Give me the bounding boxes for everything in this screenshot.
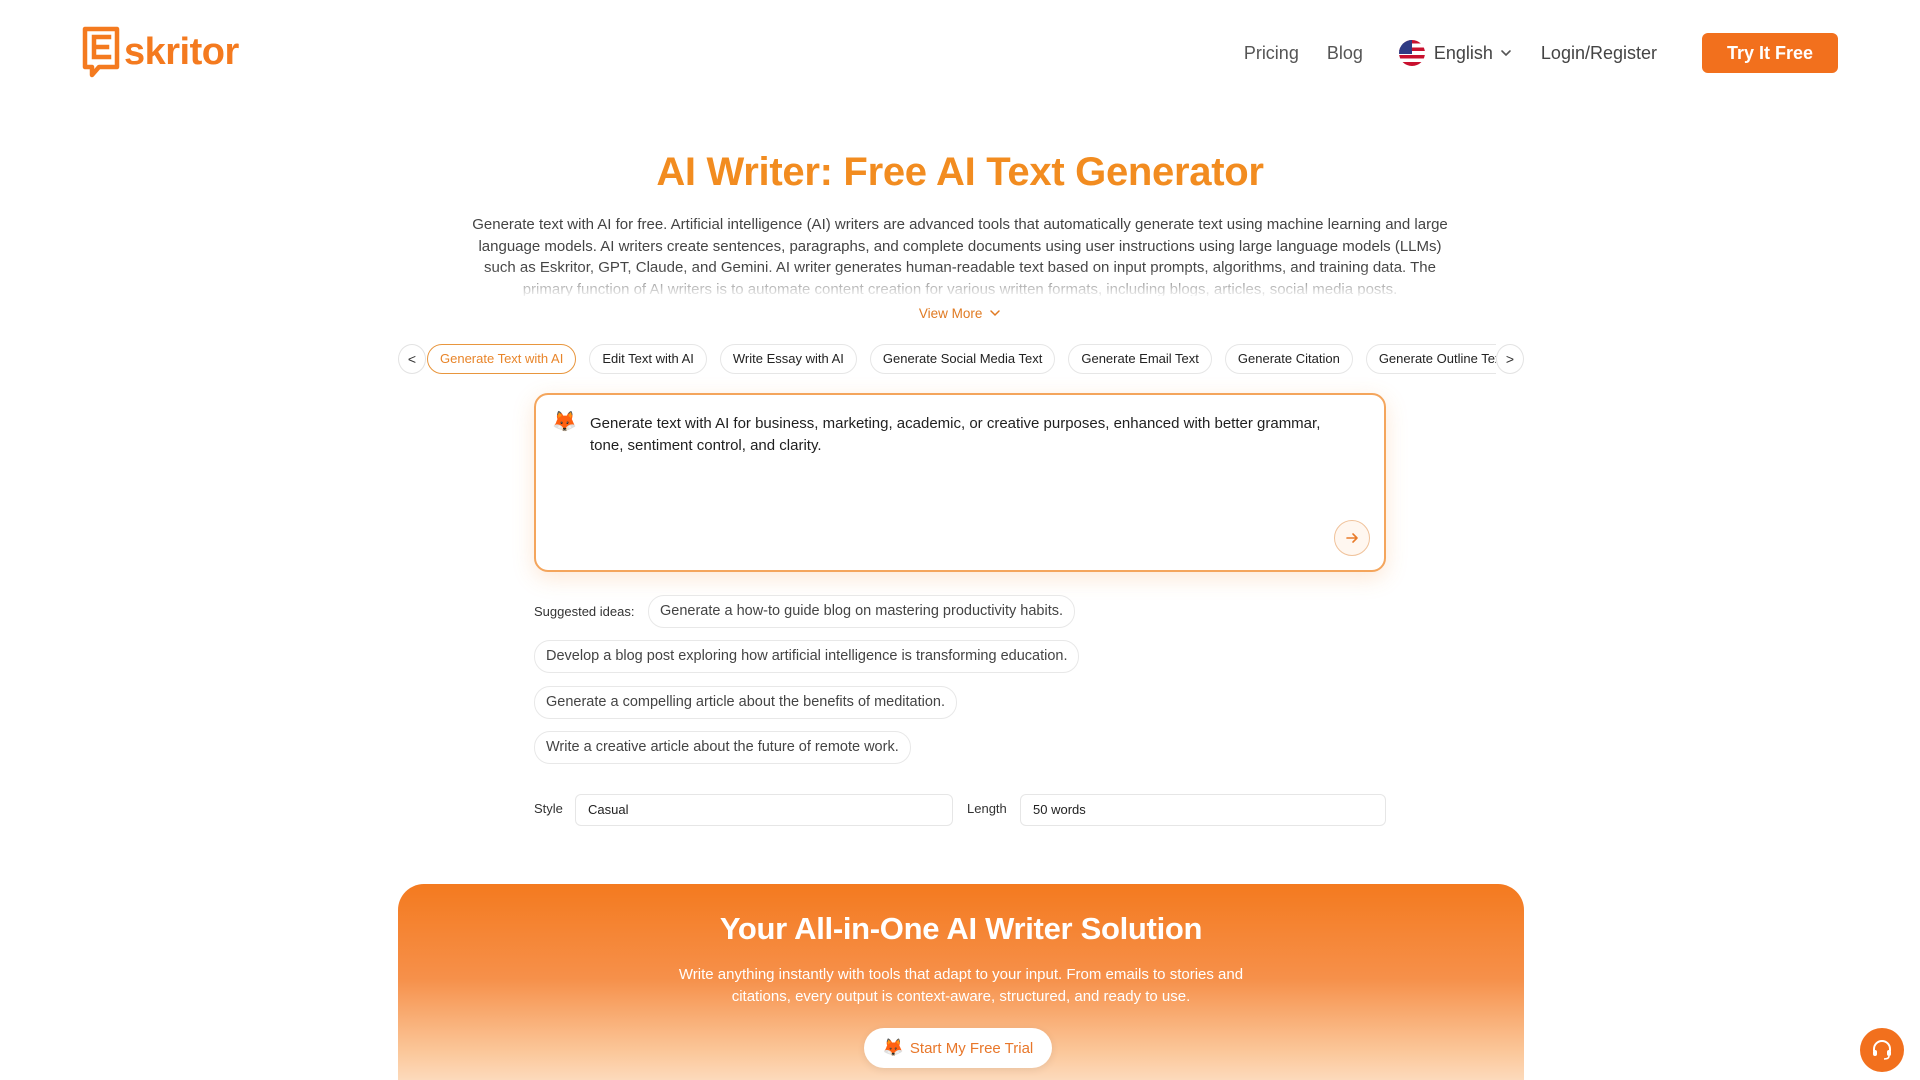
site-header: skritor Pricing Blog English Login/Regis… [0,0,1920,106]
suggestion-chip[interactable]: Write a creative article about the futur… [534,731,911,764]
style-select[interactable]: Casual [575,794,953,826]
promo-banner: Your All-in-One AI Writer Solution Write… [398,884,1524,1080]
send-button[interactable] [1334,520,1370,556]
tab-edit-text[interactable]: Edit Text with AI [589,344,707,374]
page-title: AI Writer: Free AI Text Generator [656,150,1264,194]
nav-pricing[interactable]: Pricing [1244,33,1299,73]
fox-icon: 🦊 [882,1038,904,1057]
suggestion-chip[interactable]: Develop a blog post exploring how artifi… [534,640,1080,673]
chevron-down-icon [990,310,1000,317]
support-chat-icon [1873,1040,1891,1060]
eskritor-logo-icon [82,26,120,78]
tab-email-text[interactable]: Generate Email Text [1068,344,1212,374]
tabs-prev-button[interactable]: < [398,344,426,374]
arrow-right-icon [1346,533,1358,543]
style-label: Style [534,801,563,816]
tabs-track: Generate Text with AI Edit Text with AI Wr… [426,344,1496,374]
language-label: English [1433,42,1493,63]
fox-icon: 🦊 [552,411,577,433]
start-free-trial-button[interactable]: 🦊 Start My Free Trial [864,1028,1052,1068]
promo-description: Write anything instantly with tools that… [678,966,1244,1005]
us-flag-icon [1398,40,1425,66]
eskritor-logo[interactable]: skritor [82,26,239,78]
tab-generate-text[interactable]: Generate Text with AI [427,344,577,374]
main-nav: Pricing Blog English Login/Register Try … [1244,33,1838,73]
view-more-link[interactable]: View More [0,306,1920,321]
language-selector[interactable]: English [1398,40,1513,66]
support-chat-button[interactable] [1860,1028,1904,1072]
nav-blog[interactable]: Blog [1327,33,1363,73]
description-fade [463,268,1457,298]
tab-citation[interactable]: Generate Citation [1224,344,1353,374]
tab-social-media-text[interactable]: Generate Social Media Text [869,344,1056,374]
try-it-free-button[interactable]: Try It Free [1702,33,1838,73]
tool-tabs: < Generate Text with AI Edit Text with AI… [398,344,1524,374]
tabs-next-button[interactable]: > [1496,344,1524,374]
promo-title: Your All-in-One AI Writer Solution [719,911,1203,946]
tab-write-essay[interactable]: Write Essay with AI [719,344,857,374]
prompt-input[interactable]: Generate text with AI for business, mark… [590,413,1350,457]
view-more-label: View More [918,306,983,321]
tab-outline-text[interactable]: Generate Outline Text [1365,344,1496,374]
length-select[interactable]: 50 words [1020,794,1386,826]
length-label: Length [967,801,1007,816]
prompt-box[interactable]: 🦊 Generate text with AI for business, ma… [534,393,1386,572]
suggestion-chip[interactable]: Generate a how-to guide blog on masterin… [648,595,1076,628]
suggested-ideas-label: Suggested ideas: [534,604,635,619]
logo-wordmark: skritor [124,31,239,73]
login-register-link[interactable]: Login/Register [1541,43,1657,64]
start-free-trial-label: Start My Free Trial [909,1039,1034,1057]
chevron-down-icon [1501,50,1511,57]
suggestion-chip[interactable]: Generate a compelling article about the … [534,686,957,719]
